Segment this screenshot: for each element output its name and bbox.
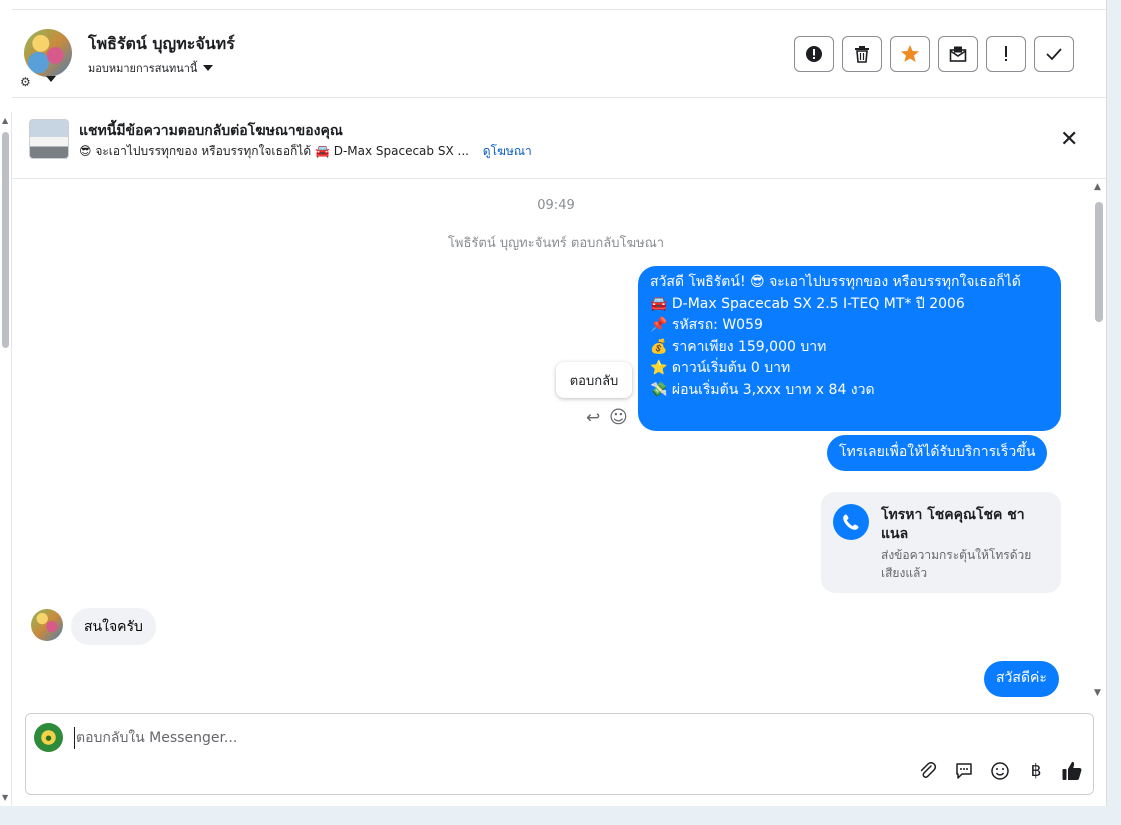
outer-scroll-thumb[interactable] — [2, 132, 9, 348]
message-line: 🚘 D-Max Spacecab SX 2.5 I-TEQ MT* ปี 200… — [650, 295, 965, 312]
outgoing-message[interactable]: สวัสดีค่ะ — [984, 661, 1059, 697]
header-actions — [794, 36, 1074, 72]
conversation-panel: ▲ ▼ ⚙ โพธิรัตน์ บุญทะจันทร์ มอบหมายการสน… — [0, 0, 1107, 806]
done-button[interactable] — [1034, 36, 1074, 72]
contact-name[interactable]: โพธิรัตน์ บุญทะจันทร์ — [88, 32, 235, 57]
filter-caret-icon[interactable] — [46, 76, 56, 82]
chevron-down-icon — [203, 65, 214, 71]
message-line: 💰 ราคาเพียง 159,000 บาท — [650, 338, 827, 355]
call-card-title: โทรหา โชคคุณโชค ชาแนล — [881, 507, 1025, 542]
star-icon — [901, 45, 919, 62]
message-line: 💸 ผ่อนเริ่มต้น 3,xxx บาท x 84 งวด — [650, 381, 875, 398]
call-card-description: ส่งข้อความกระตุ้นให้โทรด้วยเสียงแล้ว — [881, 548, 1032, 580]
thumbs-up-icon[interactable] — [1061, 760, 1083, 782]
composer-tools: ฿ — [917, 760, 1083, 782]
assign-label: มอบหมายการสนทนานี้ — [88, 62, 198, 75]
scroll-down-arrow-icon[interactable]: ▼ — [1094, 688, 1101, 698]
message-line: ⭐ ดาวน์เริ่มต้น 0 บาท — [650, 360, 791, 376]
outgoing-message[interactable]: โทรเลยเพื่อให้ได้รับบริการเร็วขึ้น — [827, 435, 1048, 471]
scroll-down-arrow-icon[interactable]: ▼ — [2, 793, 8, 802]
scroll-up-arrow-icon[interactable]: ▲ — [2, 116, 8, 125]
alert-button[interactable] — [794, 36, 834, 72]
check-icon — [1046, 48, 1062, 61]
phone-icon — [833, 504, 869, 540]
banner-subtitle: 😎 จะเอาไปบรรทุกของ หรือบรรทุกใจเธอก็ได้ … — [79, 142, 532, 161]
assign-conversation-dropdown[interactable]: มอบหมายการสนทนานี้ — [88, 59, 214, 77]
incoming-message[interactable]: สนใจครับ — [71, 608, 156, 645]
message-line: 📌 รหัสรถ: W059 — [650, 317, 763, 333]
message-line: สวัสดี โพธิรัตน์! 😎 จะเอาไปบรรทุกของ หรื… — [650, 274, 1021, 290]
message-composer: ● ฿ — [25, 713, 1094, 795]
mark-unread-button[interactable] — [938, 36, 978, 72]
paperclip-icon[interactable] — [917, 760, 939, 782]
system-note: โพธิรัตน์ บุญทะจันทร์ ตอบกลับโฆษณา — [447, 236, 665, 251]
outgoing-message[interactable]: สวัสดี โพธิรัตน์! 😎 จะเอาไปบรรทุกของ หรื… — [638, 266, 1061, 431]
emoji-icon[interactable] — [989, 760, 1011, 782]
view-ad-link[interactable]: ดูโฆษณา — [483, 144, 532, 158]
star-button[interactable] — [890, 36, 930, 72]
call-card[interactable]: โทรหา โชคคุณโชค ชาแนล ส่งข้อความกระตุ้นใ… — [821, 492, 1061, 593]
page-avatar: ● — [34, 723, 63, 752]
envelope-icon — [949, 46, 967, 62]
close-icon[interactable]: ✕ — [1060, 127, 1078, 152]
filter-icon[interactable]: ⚙ — [20, 75, 31, 89]
ad-reply-banner: แชทนี้มีข้อความตอบกลับต่อโฆษณาของคุณ 😎 จ… — [12, 99, 1106, 179]
reply-tooltip: ตอบกลับ — [556, 362, 632, 398]
scroll-up-arrow-icon[interactable]: ▲ — [1094, 182, 1101, 192]
conversation-header: ⚙ โพธิรัตน์ บุญทะจันทร์ มอบหมายการสนทนาน… — [12, 10, 1106, 98]
delete-button[interactable] — [842, 36, 882, 72]
ad-thumbnail[interactable] — [29, 119, 69, 159]
baht-icon[interactable]: ฿ — [1025, 760, 1047, 782]
saved-reply-icon[interactable] — [953, 760, 975, 782]
reply-input[interactable] — [74, 727, 974, 749]
contact-avatar-small[interactable] — [31, 609, 63, 641]
exclamation-circle-icon — [806, 46, 822, 62]
thread-scrollbar[interactable]: ▲ ▼ — [1092, 182, 1106, 698]
exclamation-icon — [1005, 46, 1007, 61]
banner-title: แชทนี้มีข้อความตอบกลับต่อโฆษณาของคุณ — [79, 123, 343, 139]
ad-caption: 😎 จะเอาไปบรรทุกของ หรือบรรทุกใจเธอก็ได้ … — [79, 144, 469, 158]
reply-icon[interactable]: ↩ — [586, 408, 600, 428]
spam-button[interactable] — [986, 36, 1026, 72]
contact-avatar[interactable] — [24, 29, 72, 77]
thread-scroll-thumb[interactable] — [1095, 202, 1103, 322]
message-thread: 09:49 โพธิรัตน์ บุญทะจันทร์ ตอบกลับโฆษณา… — [12, 180, 1092, 710]
trash-icon — [855, 46, 869, 63]
outer-scrollbar[interactable]: ▲ ▼ — [0, 112, 12, 806]
emoji-react-icon[interactable]: ☺ — [609, 407, 628, 428]
message-timestamp: 09:49 — [537, 198, 575, 213]
